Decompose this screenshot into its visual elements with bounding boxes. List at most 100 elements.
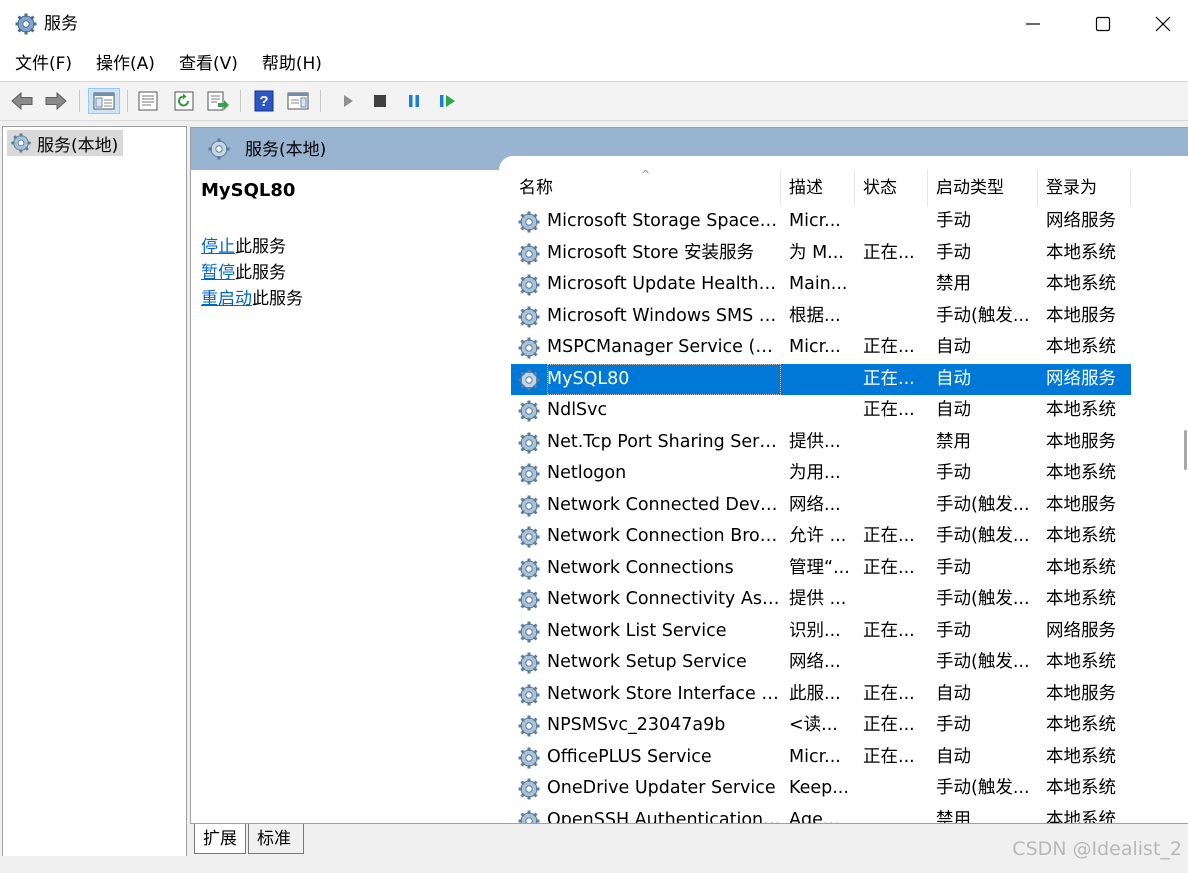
show-pane-icon bbox=[287, 92, 309, 110]
cell-logon-as: 本地系统 bbox=[1046, 589, 1116, 609]
close-button[interactable] bbox=[1138, 0, 1188, 48]
maximize-button[interactable] bbox=[1068, 0, 1138, 48]
cell-logon-as: 网络服务 bbox=[1046, 620, 1116, 641]
forward-button[interactable] bbox=[42, 88, 70, 114]
start-icon bbox=[344, 95, 353, 107]
table-row[interactable]: Microsoft Storage Spaces S... Micr... 手动 网络… bbox=[511, 206, 1131, 238]
scrollbar-thumb[interactable] bbox=[1184, 430, 1187, 470]
cell-startup-type: 手动(触发... bbox=[936, 652, 1030, 672]
cell-status bbox=[863, 773, 928, 805]
table-row[interactable]: Network Connection Broker 允许 ... 正在... 手动(触… bbox=[511, 521, 1131, 553]
export-list-icon bbox=[207, 91, 229, 111]
properties-button[interactable] bbox=[134, 88, 162, 114]
cell-status bbox=[863, 458, 928, 490]
show-action-pane-button[interactable] bbox=[284, 88, 312, 114]
cell-startup-type: 自动 bbox=[936, 400, 971, 420]
tree-item-services-local[interactable]: 服务(本地) bbox=[7, 130, 124, 156]
restart-service-button[interactable] bbox=[434, 88, 462, 114]
cell-logon-as: 本地系统 bbox=[1046, 652, 1116, 672]
table-row[interactable]: Network Connections 管理“... 正在... 手动 本地系统 bbox=[511, 553, 1131, 585]
tree-item-label: 服务(本地) bbox=[37, 135, 119, 156]
cell-startup-type: 禁用 bbox=[936, 809, 971, 825]
status-bar bbox=[0, 856, 1188, 873]
table-row[interactable]: Network Connectivity Assis... 提供 ... 手动(触发… bbox=[511, 584, 1131, 616]
table-row[interactable]: NPSMSvc_23047a9b <读... 正在... 手动 本地系统 bbox=[511, 710, 1131, 742]
table-row[interactable]: MSPCManager Service (St... Micr... 正在... 自动… bbox=[511, 332, 1131, 364]
table-row[interactable]: Network List Service 识别... 正在... 手动 网络服务 bbox=[511, 616, 1131, 648]
refresh-button[interactable] bbox=[170, 88, 198, 114]
cell-name: OneDrive Updater Service bbox=[547, 778, 776, 798]
export-list-button[interactable] bbox=[204, 88, 232, 114]
action-suffix: 此服务 bbox=[252, 289, 303, 309]
back-button[interactable] bbox=[8, 88, 36, 114]
cell-name: Microsoft Storage Spaces S... bbox=[547, 211, 781, 231]
extended-description: MySQL80 停止此服务 暂停此服务 重启动此服务 bbox=[191, 170, 496, 824]
table-row[interactable]: OfficePLUS Service Micr... 正在... 自动 本地系统 bbox=[511, 742, 1131, 774]
cell-name: Microsoft Update Health S... bbox=[547, 274, 781, 294]
table-row[interactable]: Net.Tcp Port Sharing Service 提供... 禁用 本地服务 bbox=[511, 427, 1131, 459]
title-bar: 服务 bbox=[0, 0, 1188, 49]
cell-logon-as: 本地系统 bbox=[1046, 778, 1116, 798]
cell-name: Network Setup Service bbox=[547, 652, 747, 672]
cell-name: Net.Tcp Port Sharing Service bbox=[547, 431, 781, 452]
cell-logon-as: 本地系统 bbox=[1046, 746, 1116, 767]
table-row[interactable]: Microsoft Store 安装服务 为 M... 正在... 手动 本地系统 bbox=[511, 238, 1131, 270]
menu-file[interactable]: 文件(F) bbox=[6, 48, 81, 81]
cell-name: Network List Service bbox=[547, 620, 727, 641]
refresh-icon bbox=[174, 91, 194, 111]
minimize-button[interactable] bbox=[998, 0, 1068, 48]
cell-name: Microsoft Windows SMS 路... bbox=[547, 305, 781, 326]
table-row[interactable]: Network Store Interface Se... 此服... 正在... 自… bbox=[511, 679, 1131, 711]
column-header-logon-as[interactable]: 登录为 bbox=[1038, 170, 1131, 206]
cell-startup-type: 手动(触发... bbox=[936, 778, 1030, 798]
back-arrow-icon bbox=[11, 91, 33, 111]
cell-status bbox=[863, 490, 928, 522]
menu-view[interactable]: 查看(V) bbox=[170, 48, 247, 81]
cell-startup-type: 手动(触发... bbox=[936, 305, 1030, 326]
stop-service-link[interactable]: 停止 bbox=[201, 237, 235, 257]
show-console-tree-button[interactable] bbox=[88, 88, 120, 114]
start-service-button[interactable] bbox=[334, 88, 362, 114]
column-header-description[interactable]: 描述 bbox=[781, 170, 855, 206]
table-row[interactable]: Microsoft Update Health S... Main... 禁用 本地系… bbox=[511, 269, 1131, 301]
column-header-name[interactable]: 名称 ^ bbox=[511, 170, 781, 206]
tab-standard[interactable]: 标准 bbox=[248, 824, 304, 854]
table-row[interactable]: Network Connected Devic... 网络... 手动(触发... 本… bbox=[511, 490, 1131, 522]
cell-logon-as: 网络服务 bbox=[1046, 211, 1116, 231]
details-pane: 服务(本地) MySQL80 停止此服务 暂停此服务 重启动此服务 名称 ^ 描… bbox=[190, 127, 1188, 824]
restart-service-link[interactable]: 重启动 bbox=[201, 289, 252, 309]
gear-icon bbox=[518, 526, 540, 548]
pause-service-link[interactable]: 暂停 bbox=[201, 263, 235, 283]
services-window: 服务 文件(F) 操作(A) 查看(V) 帮助(H) ? 服务(本地) 服务(本… bbox=[0, 0, 1188, 873]
table-row[interactable]: NdlSvc 正在... 自动 本地系统 bbox=[511, 395, 1131, 427]
cell-description: Micr... bbox=[789, 746, 841, 767]
column-header-status[interactable]: 状态 bbox=[855, 170, 928, 206]
cell-logon-as: 本地系统 bbox=[1046, 809, 1116, 825]
cell-description: 提供... bbox=[789, 431, 841, 452]
cell-status: 正在... bbox=[863, 746, 915, 767]
table-row[interactable]: Netlogon 为用... 手动 本地系统 bbox=[511, 458, 1131, 490]
help-button[interactable]: ? bbox=[250, 88, 278, 114]
tab-extended[interactable]: 扩展 bbox=[194, 824, 246, 854]
cell-name: Network Connection Broker bbox=[547, 526, 781, 546]
table-row[interactable]: OpenSSH Authentication ... Age... 禁用 本地系统 bbox=[511, 805, 1131, 825]
cell-description: 根据... bbox=[789, 305, 841, 326]
stop-service-button[interactable] bbox=[366, 88, 394, 114]
table-row[interactable]: MySQL80 正在... 自动 网络服务 bbox=[511, 363, 1131, 395]
vertical-scrollbar[interactable] bbox=[1180, 150, 1188, 822]
cell-status: 正在... bbox=[863, 242, 915, 263]
table-row[interactable]: Microsoft Windows SMS 路... 根据... 手动(触发... 本… bbox=[511, 301, 1131, 333]
gear-icon bbox=[518, 463, 540, 485]
table-row[interactable]: Network Setup Service 网络... 手动(触发... 本地系统 bbox=[511, 647, 1131, 679]
gear-icon bbox=[518, 243, 540, 264]
cell-startup-type: 自动 bbox=[936, 746, 971, 767]
menu-help[interactable]: 帮助(H) bbox=[253, 48, 331, 81]
cell-startup-type: 手动 bbox=[936, 211, 971, 231]
cell-logon-as: 本地系统 bbox=[1046, 337, 1116, 357]
action-restart: 重启动此服务 bbox=[201, 286, 303, 312]
gear-icon bbox=[518, 778, 540, 800]
pause-service-button[interactable] bbox=[400, 88, 428, 114]
column-header-startup-type[interactable]: 启动类型 bbox=[928, 170, 1038, 206]
menu-action[interactable]: 操作(A) bbox=[87, 48, 164, 81]
table-row[interactable]: OneDrive Updater Service Keep... 手动(触发... 本… bbox=[511, 773, 1131, 805]
